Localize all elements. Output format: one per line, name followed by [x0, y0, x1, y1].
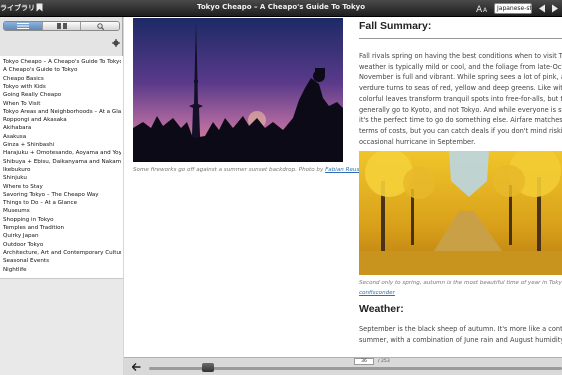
- page-slider-thumb[interactable]: [201, 363, 214, 372]
- toc-item[interactable]: When To Visit: [3, 100, 121, 108]
- toc-item[interactable]: Shinjuku: [3, 174, 121, 182]
- toc-item[interactable]: Ginza + Shinbashi: [3, 141, 121, 149]
- svg-text:A: A: [483, 7, 488, 13]
- text-line: it's the perfect time to go do something…: [359, 116, 562, 125]
- toc-item[interactable]: A Cheapo's Guide to Tokyo: [3, 66, 121, 74]
- toc-icon: [16, 23, 29, 29]
- page-total: / 253: [378, 359, 390, 364]
- toc-item[interactable]: Nightlife: [3, 266, 121, 274]
- photo2-credit-link[interactable]: confisconder: [359, 288, 562, 298]
- text-line: colorful leaves transform tranquil spots…: [359, 94, 562, 103]
- language-select[interactable]: Japanese-style: [494, 3, 532, 14]
- page-navigation-bar: 36 / 253: [124, 357, 562, 375]
- sidebar-empty-area: [0, 278, 123, 375]
- photo2-caption-text: Second only to spring, autumn is the mos…: [359, 280, 562, 286]
- toc-tab[interactable]: [4, 22, 43, 30]
- heading-divider: [359, 38, 562, 39]
- font-size-icon[interactable]: A A: [476, 3, 490, 13]
- svg-text:A: A: [476, 5, 483, 13]
- toc-item[interactable]: Tokyo Areas and Neighborhoods – At a Gla…: [3, 108, 121, 116]
- toc-item[interactable]: Tokyo with Kids: [3, 83, 121, 91]
- prev-page-icon[interactable]: [538, 4, 546, 13]
- table-of-contents: Tokyo Cheapo – A Cheapo's Guide To Tokyo…: [0, 56, 123, 278]
- toc-item[interactable]: Akihabara: [3, 124, 121, 132]
- text-line: Fall rivals spring on having the best co…: [359, 52, 562, 60]
- next-page-icon[interactable]: [551, 4, 559, 13]
- sidebar: Tokyo Cheapo – A Cheapo's Guide To Tokyo…: [0, 17, 123, 375]
- back-icon[interactable]: [132, 363, 141, 371]
- toc-item[interactable]: Architecture, Art and Contemporary Cultu…: [3, 249, 121, 257]
- weather-paragraph: September is the black sheep of autumn. …: [359, 324, 562, 345]
- toc-item[interactable]: Savoring Tokyo – The Cheapo Way: [3, 191, 121, 199]
- toc-item[interactable]: Ikebukuro: [3, 166, 121, 174]
- toc-item[interactable]: Roppongi and Akasaka: [3, 116, 121, 124]
- ginkgo-autumn-photo: [359, 151, 562, 275]
- page-content: Some fireworks go off against a summer s…: [124, 17, 562, 357]
- page-number-input[interactable]: 36: [354, 358, 374, 365]
- toc-item[interactable]: Where to Stay: [3, 183, 121, 191]
- text-line: occasional hurricane in September.: [359, 137, 476, 146]
- photo2-caption: Second only to spring, autumn is the mos…: [359, 278, 562, 298]
- toc-item[interactable]: Seasonal Events: [3, 257, 121, 265]
- text-line: September is the black sheep of autumn. …: [359, 325, 562, 333]
- fall-summary-heading: Fall Summary:: [359, 20, 432, 32]
- toc-item[interactable]: Asakusa: [3, 133, 121, 141]
- photo-credit-link[interactable]: Fabian Reus: [325, 167, 359, 173]
- text-line: generally go to Kyoto, and not Tokyo. An…: [359, 105, 562, 114]
- toc-item[interactable]: Going Really Cheapo: [3, 91, 121, 99]
- search-icon: [96, 22, 104, 30]
- text-line: terms of costs, but you can catch deals …: [359, 126, 562, 135]
- toc-item[interactable]: Temples and Tradition: [3, 224, 121, 232]
- settings-icon[interactable]: [112, 39, 120, 47]
- toc-item[interactable]: Shopping in Tokyo: [3, 216, 121, 224]
- text-line: summer, with a combination of June rain …: [359, 335, 562, 344]
- text-line: weather is typically mild or cool, and t…: [359, 62, 562, 71]
- weather-heading: Weather:: [359, 303, 404, 315]
- toc-item[interactable]: Things to Do – At a Glance: [3, 199, 121, 207]
- thumbnails-tab[interactable]: [42, 22, 82, 30]
- thumbnails-icon: [56, 23, 67, 29]
- photo-caption: Some fireworks go off against a summer s…: [133, 167, 359, 173]
- toc-item[interactable]: Outdoor Tokyo: [3, 241, 121, 249]
- tokyo-sunset-photo: [133, 18, 343, 162]
- text-line: November is full and vibrant. While spri…: [359, 73, 562, 82]
- toc-item[interactable]: Cheapo Basics: [3, 75, 121, 83]
- photo-caption-text: Some fireworks go off against a summer s…: [133, 167, 326, 173]
- sidebar-mode-control: [3, 21, 120, 31]
- toc-item[interactable]: Harajuku + Omotesando, Aoyama and Yoyogi: [3, 149, 121, 157]
- toc-item[interactable]: Museums: [3, 207, 121, 215]
- fall-summary-paragraph: Fall rivals spring on having the best co…: [359, 51, 562, 147]
- text-line: verdure turns to seas of red, yellow and…: [359, 84, 562, 93]
- toc-item[interactable]: Quirky Japan: [3, 232, 121, 240]
- search-tab[interactable]: [81, 22, 119, 30]
- reader-window: ライブラリ Tokyo Cheapo – A Cheapo's Guide To…: [0, 0, 562, 375]
- title-bar: ライブラリ Tokyo Cheapo – A Cheapo's Guide To…: [0, 0, 562, 17]
- toc-item[interactable]: Tokyo Cheapo – A Cheapo's Guide To Tokyo: [3, 58, 121, 66]
- toc-item[interactable]: Shibuya + Ebisu, Daikanyama and Nakamegu…: [3, 158, 121, 166]
